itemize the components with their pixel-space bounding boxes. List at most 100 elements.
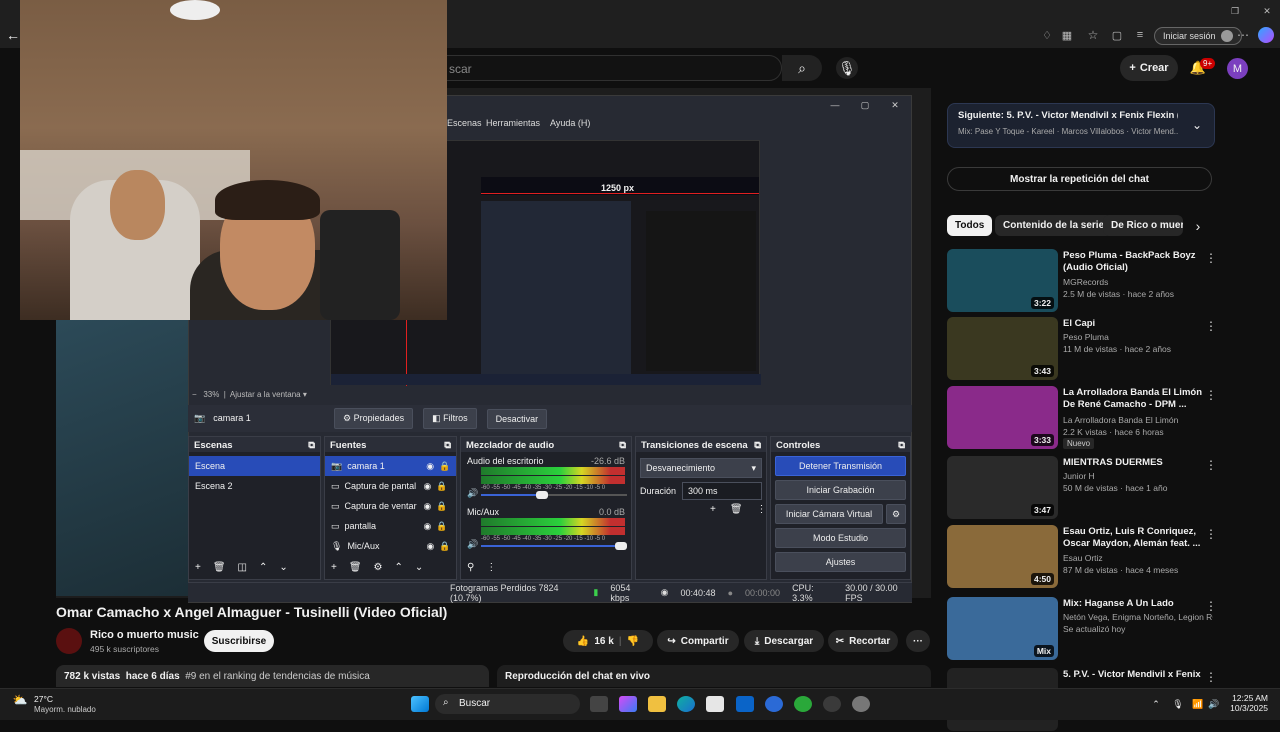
filters-button[interactable]: ◧ Filtros	[423, 408, 477, 429]
more-menu-icon[interactable]: ⋯	[1236, 28, 1250, 42]
lock-icon[interactable]: 🔒	[439, 461, 450, 472]
source-item[interactable]: ▭ Captura de ventar ◉ 🔒	[325, 496, 456, 516]
obs-maximize-icon[interactable]: ▢	[860, 100, 870, 110]
transition-select[interactable]: Desvanecimiento ▾	[640, 458, 762, 478]
settings-button[interactable]: Ajustes	[775, 552, 906, 572]
arrow-down-icon[interactable]: ⌄	[415, 562, 423, 573]
kebab-menu-icon[interactable]: ⋮	[1205, 319, 1217, 333]
properties-button[interactable]: ⚙ Propiedades	[334, 408, 414, 429]
kebab-menu-icon[interactable]: ⋮	[1205, 251, 1217, 265]
clip-button[interactable]: ✂ Recortar	[828, 630, 898, 652]
chevron-right-icon[interactable]: ›	[1190, 218, 1206, 234]
description-box[interactable]: 782 k vistas hace 6 días #9 en el rankin…	[56, 665, 489, 687]
download-button[interactable]: ⤓ Descargar	[744, 630, 824, 652]
source-item[interactable]: 📷 camara 1 ◉ 🔒	[325, 456, 456, 476]
obs-close-icon[interactable]: ✕	[890, 100, 900, 110]
zoom-minus-icon[interactable]: −	[192, 390, 197, 399]
store-icon[interactable]	[706, 696, 724, 712]
dock-undock-icon[interactable]: ⧉	[754, 440, 761, 451]
obs-menu-tools[interactable]: Herramientas	[486, 118, 540, 128]
kebab-menu-icon[interactable]: ⋮	[1205, 527, 1217, 541]
settings-icon[interactable]	[852, 696, 870, 712]
recommended-video[interactable]: Mix Mix: Haganse A Un Lado Netón Vega, Eni…	[947, 597, 1267, 661]
add-icon[interactable]: +	[331, 562, 337, 573]
copilot-icon[interactable]	[1258, 27, 1274, 43]
scene-item[interactable]: Escena 2	[189, 476, 320, 496]
chip-series[interactable]: Contenido de la serie	[995, 215, 1113, 236]
account-avatar[interactable]: M	[1227, 58, 1248, 79]
studio-mode-button[interactable]: Modo Estudio	[775, 528, 906, 548]
filter-icon[interactable]: ◫	[238, 562, 247, 573]
speaker-icon[interactable]: 🔊	[467, 488, 478, 499]
arrow-down-icon[interactable]: ⌄	[279, 562, 287, 573]
dock-undock-icon[interactable]: ⧉	[444, 440, 451, 451]
wifi-icon[interactable]: 📶	[1192, 698, 1204, 710]
subscribe-button[interactable]: Suscribirse	[204, 630, 274, 652]
kebab-menu-icon[interactable]: ⋮	[1205, 458, 1217, 472]
channel-avatar[interactable]	[56, 628, 82, 654]
task-view-icon[interactable]	[590, 696, 608, 712]
eye-icon[interactable]: ◉	[424, 521, 432, 532]
thumbs-down-icon[interactable]: 👎	[627, 636, 639, 647]
kebab-menu-icon[interactable]: ⋮	[1205, 599, 1217, 613]
arrow-up-icon[interactable]: ⌃	[259, 562, 267, 573]
scene-item[interactable]: Escena	[189, 456, 320, 476]
channel-name[interactable]: Rico o muerto music	[90, 629, 199, 641]
zoom-control[interactable]: − 33% | Ajustar a la ventana ▾	[192, 390, 307, 399]
extension-icon[interactable]: ▦	[1060, 28, 1074, 42]
chip-all[interactable]: Todos	[947, 215, 993, 236]
volume-knob[interactable]	[535, 491, 548, 499]
add-icon[interactable]: +	[710, 504, 716, 515]
trash-icon[interactable]: 🗑	[349, 562, 362, 573]
deactivate-button[interactable]: Desactivar	[486, 408, 548, 429]
obs-minimize-icon[interactable]: —	[830, 100, 840, 110]
search-input[interactable]: scar	[440, 55, 782, 81]
copilot-taskbar-icon[interactable]	[619, 696, 637, 712]
show-chat-replay-button[interactable]: Mostrar la repetición del chat	[947, 167, 1212, 191]
zoom-mode[interactable]: Ajustar a la ventana	[230, 390, 301, 399]
start-recording-button[interactable]: Iniciar Grabación	[775, 480, 906, 500]
chevron-down-icon[interactable]: ⌄	[1192, 118, 1202, 132]
bell-outline-icon[interactable]: ♢	[1040, 28, 1054, 42]
virtual-camera-button[interactable]: Iniciar Cámara Virtual	[775, 504, 883, 524]
share-button[interactable]: ↪ Compartir	[657, 630, 739, 652]
recommended-title[interactable]: La Arrolladora Banda El Limón De René Ca…	[1063, 387, 1203, 411]
clock[interactable]: 12:25 AM 10/3/2025	[1228, 693, 1268, 713]
gear-icon[interactable]: ⚙	[374, 562, 383, 573]
taskbar-search[interactable]: ⌕ Buscar	[435, 694, 580, 714]
edge-icon[interactable]	[677, 696, 695, 712]
collections-icon[interactable]: ≡	[1133, 28, 1147, 42]
add-icon[interactable]: +	[195, 562, 201, 573]
recommended-video[interactable]: 3:22 Peso Pluma - BackPack Boyz (Audio Of…	[947, 249, 1267, 313]
recommended-video[interactable]: 4:50 Esau Ortiz, Luis R Conriquez, Oscar …	[947, 525, 1267, 589]
recommended-title[interactable]: Esau Ortiz, Luis R Conriquez, Oscar Mayd…	[1063, 526, 1203, 550]
source-item[interactable]: 🎙 Mic/Aux ◉ 🔒	[325, 536, 456, 556]
gear-icon[interactable]: ⚙	[886, 504, 906, 524]
arrow-up-icon[interactable]: ⌃	[395, 562, 403, 573]
trash-icon[interactable]: 🗑	[730, 504, 743, 515]
eye-icon[interactable]: ◉	[424, 481, 432, 492]
recommended-title[interactable]: El Capi	[1063, 318, 1203, 330]
lock-icon[interactable]: 🔒	[436, 481, 447, 492]
recommended-video[interactable]: 3:47 MIENTRAS DUERMES Junior H 50 M de vist…	[947, 456, 1267, 520]
outlook-icon[interactable]	[736, 696, 754, 712]
volume-knob[interactable]	[615, 542, 627, 550]
kebab-menu-icon[interactable]: ⋮	[1205, 388, 1217, 402]
eye-icon[interactable]: ◉	[426, 541, 434, 552]
duration-input[interactable]: 300 ms	[682, 482, 762, 500]
windows-start-icon[interactable]	[411, 696, 429, 712]
chip-channel[interactable]: De Rico o muerto	[1103, 215, 1183, 236]
tray-mic-icon[interactable]: 🎙	[1172, 698, 1184, 710]
xbox-icon[interactable]	[794, 696, 812, 712]
video-thumbnail[interactable]: Mix	[947, 597, 1058, 660]
lock-icon[interactable]: 🔒	[439, 541, 450, 552]
create-button[interactable]: + Crear	[1120, 55, 1178, 81]
dock-undock-icon[interactable]: ⧉	[308, 440, 315, 451]
video-thumbnail[interactable]: 3:47	[947, 456, 1058, 519]
like-count[interactable]: 16 k	[594, 636, 613, 647]
speaker-icon[interactable]: 🔊	[467, 539, 478, 550]
recommended-title[interactable]: 5. P.V. - Victor Mendivil x Fenix	[1063, 669, 1203, 681]
up-next-card[interactable]: Siguiente: 5. P.V. - Victor Mendivil x F…	[947, 103, 1215, 148]
video-thumbnail[interactable]: 3:43	[947, 317, 1058, 380]
eye-icon[interactable]: ◉	[426, 461, 434, 472]
